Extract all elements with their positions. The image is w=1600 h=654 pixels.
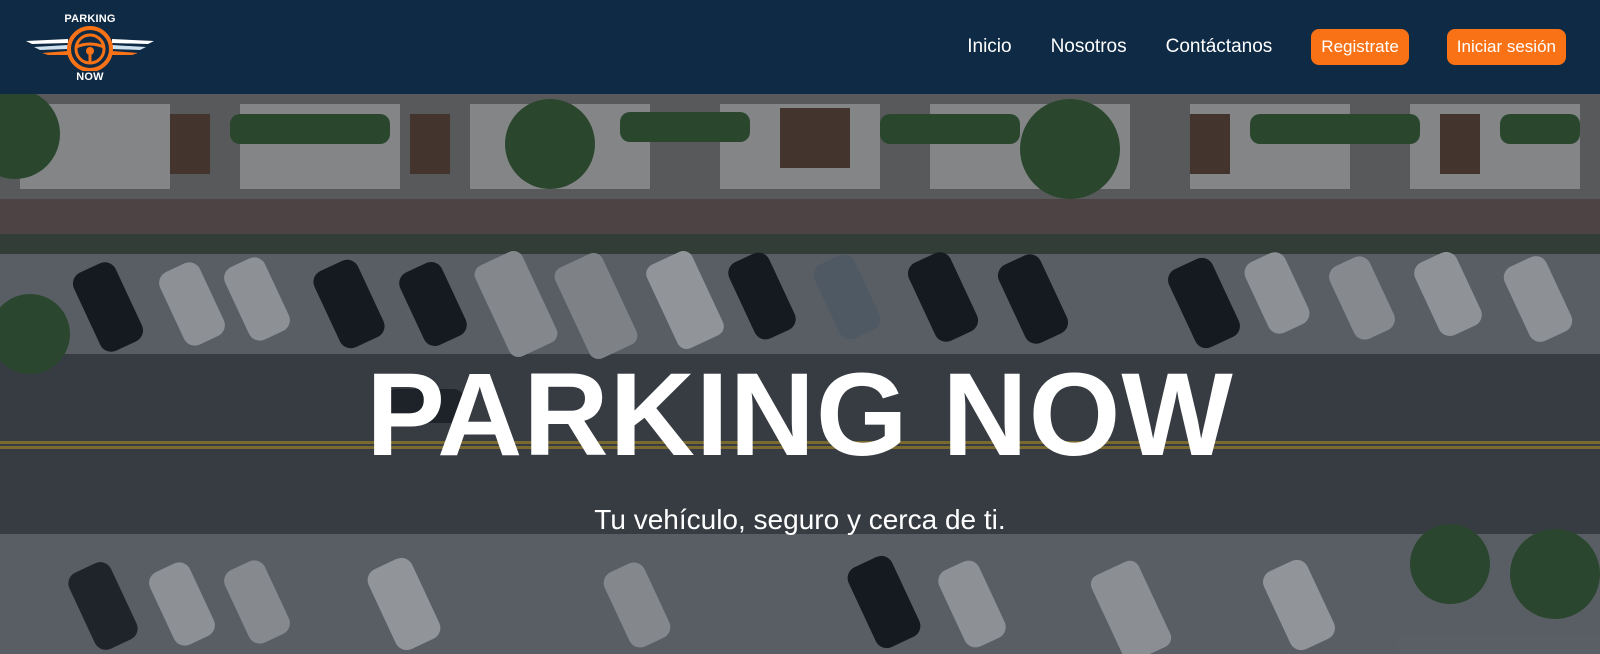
nav-link-contactanos[interactable]: Contáctanos <box>1166 36 1273 58</box>
nav-link-inicio[interactable]: Inicio <box>967 36 1011 58</box>
hero-section: PARKING NOW Tu vehículo, seguro y cerca … <box>0 94 1600 654</box>
register-button[interactable]: Registrate <box>1311 29 1409 65</box>
navbar: PARKING NOW Inicio Nosotros Contáctanos … <box>0 0 1600 94</box>
logo-text-top: PARKING <box>64 13 116 25</box>
brand-logo[interactable]: PARKING NOW <box>24 7 156 87</box>
steering-wheel-icon <box>26 26 154 71</box>
login-button[interactable]: Iniciar sesión <box>1446 29 1566 65</box>
nav-link-nosotros[interactable]: Nosotros <box>1051 36 1127 58</box>
hero-subtitle: Tu vehículo, seguro y cerca de ti. <box>594 504 1006 535</box>
hero-title: PARKING NOW <box>366 349 1234 481</box>
main-nav: Inicio Nosotros Contáctanos Registrate I… <box>967 29 1566 65</box>
logo-text-bottom: NOW <box>76 71 104 83</box>
